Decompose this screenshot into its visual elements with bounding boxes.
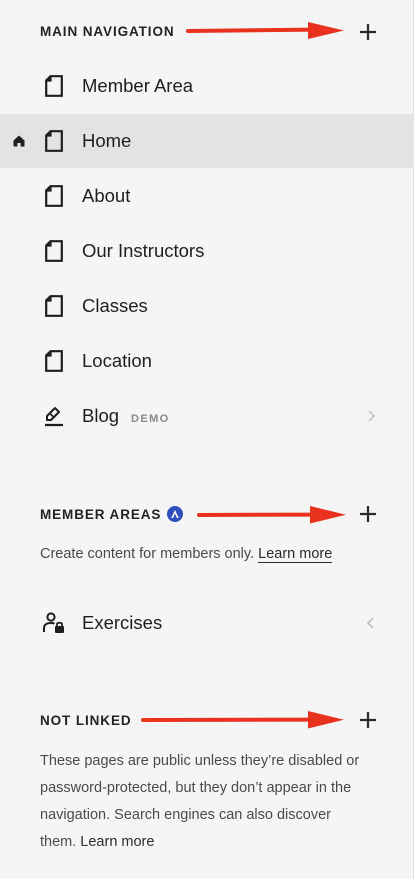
nav-item-blog[interactable]: Blog DEMO [0,389,413,443]
nav-item-our-instructors[interactable]: Our Instructors [0,224,413,278]
demo-tag: DEMO [131,413,170,425]
nav-item-label: Home [82,130,132,151]
member-areas-title: MEMBER AREAS [40,506,162,522]
nav-item-label: Our Instructors [82,240,205,261]
member-areas-badge-icon [167,506,184,522]
chevron-right-icon [368,410,376,422]
page-icon [44,74,64,98]
member-areas-learn-more-link[interactable]: Learn more [258,546,333,563]
annotation-arrow-not-linked [141,711,344,729]
member-areas-description: Create content for members only. Learn m… [40,541,370,568]
pages-panel: MAIN NAVIGATION Member Area Home About O… [0,0,414,879]
not-linked-description: These pages are public unless they’re di… [40,748,370,856]
nav-item-exercises[interactable]: Exercises [0,596,413,650]
nav-item-about[interactable]: About [0,169,413,223]
page-icon [44,294,64,318]
nav-item-home[interactable]: Home [0,114,413,168]
nav-item-label: Blog DEMO [82,405,170,427]
scroll-fade [0,843,413,879]
plus-icon [360,506,376,522]
add-main-navigation-page-button[interactable] [356,20,380,44]
not-linked-title: NOT LINKED [40,712,132,728]
page-icon [44,129,64,153]
nav-item-label: Classes [82,295,148,316]
add-member-area-button[interactable] [356,502,380,526]
add-not-linked-page-button[interactable] [356,708,380,732]
main-navigation-title: MAIN NAVIGATION [40,23,175,39]
plus-icon [360,712,376,728]
blog-icon [44,404,64,428]
plus-icon [360,24,376,40]
member-areas-description-text: Create content for members only. [40,546,255,562]
nav-item-label: About [82,185,131,206]
blog-label: Blog [82,405,120,426]
nav-item-location[interactable]: Location [0,334,413,388]
chevron-left-icon [366,617,374,629]
nav-item-classes[interactable]: Classes [0,279,413,333]
annotation-arrow-member-areas [197,506,346,524]
nav-item-member-area[interactable]: Member Area [0,59,413,113]
page-icon [44,239,64,263]
nav-item-label: Location [82,350,152,371]
member-lock-icon [42,611,66,635]
nav-item-label: Exercises [82,612,163,633]
page-icon [44,184,64,208]
page-icon [44,349,64,373]
nav-item-label: Member Area [82,75,194,96]
annotation-arrow-main [186,22,344,39]
home-icon [13,135,25,147]
